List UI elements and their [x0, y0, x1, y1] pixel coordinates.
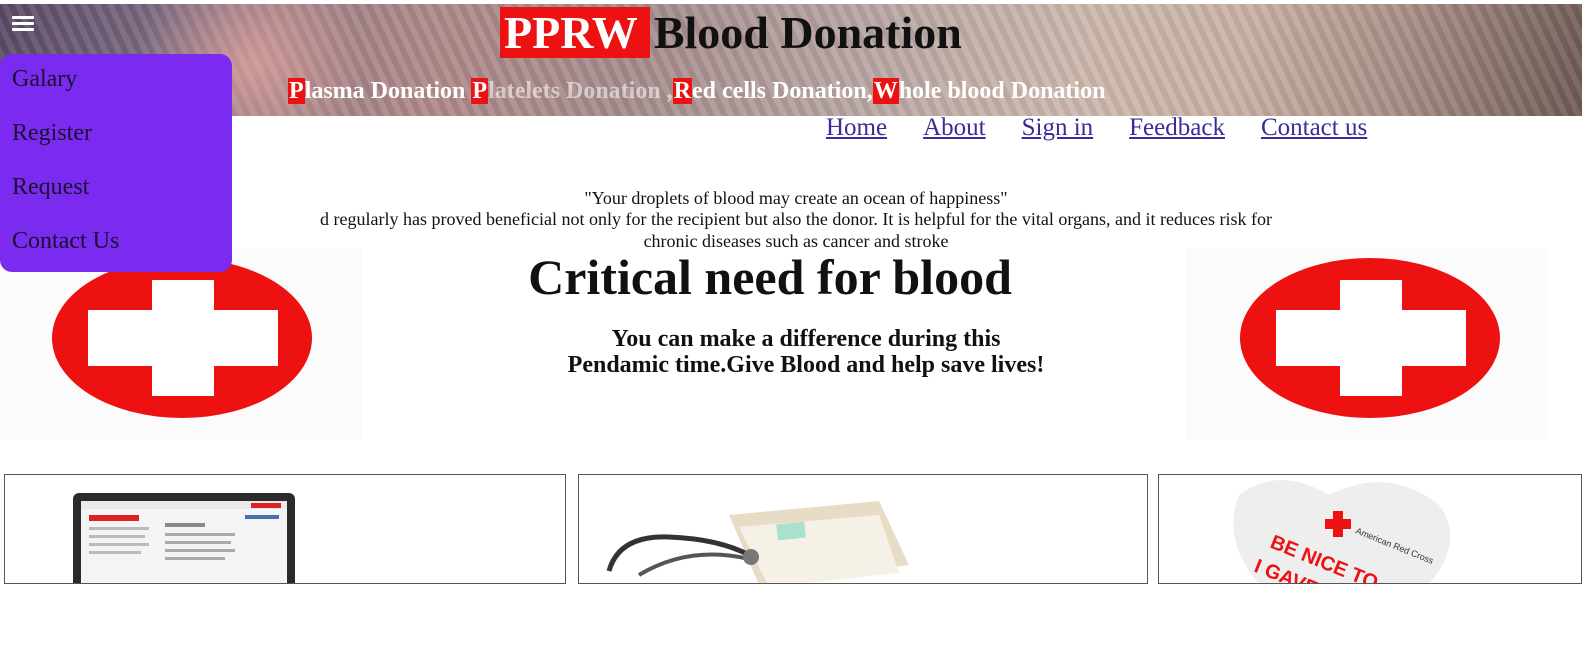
stethoscope-folder-image [606, 501, 909, 583]
heart-sticker-image: American Red Cross BE NICE TO I GAVE [1233, 480, 1451, 583]
subtitle-cap: P [471, 78, 489, 104]
side-menu-item-request[interactable]: Request [0, 170, 232, 224]
subtitle-text: hole blood Donation [898, 78, 1106, 104]
tagline-line1: You can make a difference during this [611, 326, 1001, 352]
nav-feedback-link[interactable]: Feedback [1129, 114, 1225, 142]
page-cutoff [0, 584, 1592, 648]
subtitle-text: ed cells Donation, [692, 78, 873, 104]
nav-signin-link[interactable]: Sign in [1022, 114, 1094, 142]
subtitle-cap: W [872, 78, 899, 104]
card-rapidpass[interactable] [4, 474, 566, 584]
side-menu-item-register[interactable]: Register [0, 116, 232, 170]
intro-paragraph-line1: d regularly has proved beneficial not on… [320, 209, 1272, 229]
site-title: PPRW Blood Donation [500, 6, 962, 60]
card-medical-records[interactable] [578, 474, 1148, 584]
site-title-rest: Blood Donation [653, 7, 962, 58]
side-menu-item-galary[interactable]: Galary [0, 62, 232, 116]
nav-contact-link[interactable]: Contact us [1261, 114, 1367, 142]
side-dropdown-menu: Galary Register Request Contact Us [0, 54, 232, 272]
quote-text: "Your droplets of blood may create an oc… [584, 188, 1008, 208]
top-nav: Home About Sign in Feedback Contact us [826, 114, 1367, 142]
card-red-cross-sticker[interactable]: American Red Cross BE NICE TO I GAVE [1158, 474, 1582, 584]
laptop-image [73, 493, 295, 583]
subtitle-text: latelets Donation , [488, 78, 673, 104]
subtitle-cap: R [672, 78, 693, 104]
nav-home-link[interactable]: Home [826, 114, 887, 142]
side-menu-item-contact-us[interactable]: Contact Us [0, 224, 232, 278]
site-brand: PPRW [500, 7, 650, 58]
nav-about-link[interactable]: About [923, 114, 986, 142]
subtitle-text: lasma Donation [304, 78, 472, 104]
subtitle-cap: P [288, 78, 305, 104]
tagline-line2: Pendamic time.Give Blood and help save l… [567, 352, 1045, 378]
site-subtitle: Plasma Donation Platelets Donation ,Red … [288, 78, 1105, 105]
hamburger-menu-icon[interactable] [12, 16, 34, 34]
